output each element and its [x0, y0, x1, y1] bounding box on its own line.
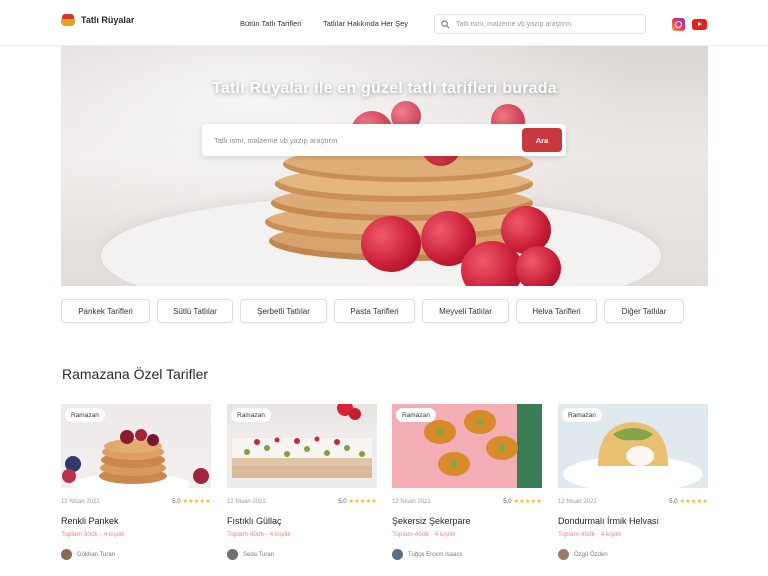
youtube-icon[interactable] [692, 19, 707, 30]
category-serbetli[interactable]: Şerbetli Tatlılar [240, 299, 327, 323]
recipe-title[interactable]: Renkli Pankek [61, 516, 119, 526]
section-title: Ramazana Özel Tarifler [62, 366, 209, 382]
recipe-duration: Toplam 45dk · 4 kişilik [558, 531, 622, 538]
recipe-tag: Ramazan [65, 408, 105, 422]
category-meyveli[interactable]: Meyveli Tatlılar [422, 299, 509, 323]
star-rating-icon: ★★★★★ [182, 499, 211, 505]
search-icon [441, 19, 450, 28]
recipe-image[interactable]: Ramazan [392, 404, 542, 488]
author-name: Seda Turan [243, 551, 275, 558]
category-diger[interactable]: Diğer Tatlılar [604, 299, 684, 323]
author-name: Tuğçe Ercem Isaacs [408, 551, 463, 558]
recipe-rating: 5.0 ★★★★★ [503, 498, 542, 506]
category-helva[interactable]: Helva Tarifleri [516, 299, 597, 323]
avatar [558, 549, 569, 560]
recipe-title[interactable]: Dondurmalı İrmik Helvası [558, 516, 659, 526]
recipe-author[interactable]: Seda Turan [227, 549, 274, 560]
recipe-card[interactable]: Ramazan 12 Nisan 2021 5.0 ★★★★★ Dondurmal… [558, 404, 708, 564]
recipe-date: 12 Nisan 2021 [392, 499, 431, 505]
recipe-author[interactable]: Tuğçe Ercem Isaacs [392, 549, 462, 560]
header-search-input[interactable] [456, 20, 636, 28]
hero-search-input[interactable] [214, 132, 504, 148]
recipe-rating: 5.0 ★★★★★ [338, 498, 377, 506]
recipe-title[interactable]: Şekersiz Şekerpare [392, 516, 471, 526]
hero-search-box: Ara [202, 124, 566, 156]
recipe-duration: Toplam 40dk · 4 kişilik [227, 531, 291, 538]
author-name: Gökhan Turan [77, 551, 116, 558]
search-button[interactable]: Ara [522, 128, 562, 152]
recipe-rating: 5.0 ★★★★★ [669, 498, 708, 506]
star-rating-icon: ★★★★★ [348, 499, 377, 505]
recipe-date: 12 Nisan 2021 [61, 499, 100, 505]
nav-all-recipes[interactable]: Bütün Tatlı Tarifleri [240, 19, 301, 28]
author-name: Özgü Özden [574, 551, 608, 558]
recipe-tag: Ramazan [396, 408, 436, 422]
recipe-card[interactable]: Ramazan 12 Nisan 2021 5.0 ★★★★★ Renkli Pa… [61, 404, 211, 564]
recipe-author[interactable]: Özgü Özden [558, 549, 608, 560]
recipe-image[interactable]: Ramazan [558, 404, 708, 488]
recipe-tag: Ramazan [562, 408, 602, 422]
avatar [61, 549, 72, 560]
recipe-date: 12 Nisan 2021 [558, 499, 597, 505]
nav-about-desserts[interactable]: Tatlılar Hakkında Her Şey [323, 19, 408, 28]
dessert-logo-icon [61, 14, 75, 26]
hero-title: Tatlı Rüyalar ile en güzel tatlı tarifle… [212, 80, 557, 97]
recipe-author[interactable]: Gökhan Turan [61, 549, 115, 560]
category-sutlu[interactable]: Sütlü Tatlılar [157, 299, 233, 323]
avatar [227, 549, 238, 560]
recipe-card[interactable]: Ramazan 12 Nisan 2021 5.0 ★★★★★ Şekersiz … [392, 404, 542, 564]
recipe-image[interactable]: Ramazan [227, 404, 377, 488]
instagram-icon[interactable] [672, 18, 685, 31]
recipe-tag: Ramazan [231, 408, 271, 422]
star-rating-icon: ★★★★★ [513, 499, 542, 505]
category-pankek[interactable]: Pankek Tarifleri [61, 299, 150, 323]
brand-name: Tatlı Rüyalar [81, 15, 135, 25]
avatar [392, 549, 403, 560]
brand-logo[interactable]: Tatlı Rüyalar [61, 14, 134, 26]
recipe-duration: Toplam 45dk · 4 kişilik [392, 531, 456, 538]
category-bar: Pankek Tarifleri Sütlü Tatlılar Şerbetli… [61, 299, 684, 323]
recipe-rating: 5.0 ★★★★★ [172, 498, 211, 506]
star-rating-icon: ★★★★★ [679, 499, 708, 505]
hero-banner: Tatlı Rüyalar ile en güzel tatlı tarifle… [61, 46, 708, 286]
header-search-box[interactable] [434, 14, 646, 34]
recipe-title[interactable]: Fıstıklı Güllaç [227, 516, 282, 526]
recipe-image[interactable]: Ramazan [61, 404, 211, 488]
recipe-card[interactable]: Ramazan 12 Nisan 2021 5.0 ★★★★★ Fıstıklı … [227, 404, 377, 564]
site-header: Tatlı Rüyalar Bütün Tatlı Tarifleri Tatl… [0, 0, 768, 46]
recipe-date: 12 Nisan 2021 [227, 499, 266, 505]
category-pasta[interactable]: Pasta Tarifleri [334, 299, 415, 323]
recipe-duration: Toplam 30dk · 4 kişilik [61, 531, 125, 538]
